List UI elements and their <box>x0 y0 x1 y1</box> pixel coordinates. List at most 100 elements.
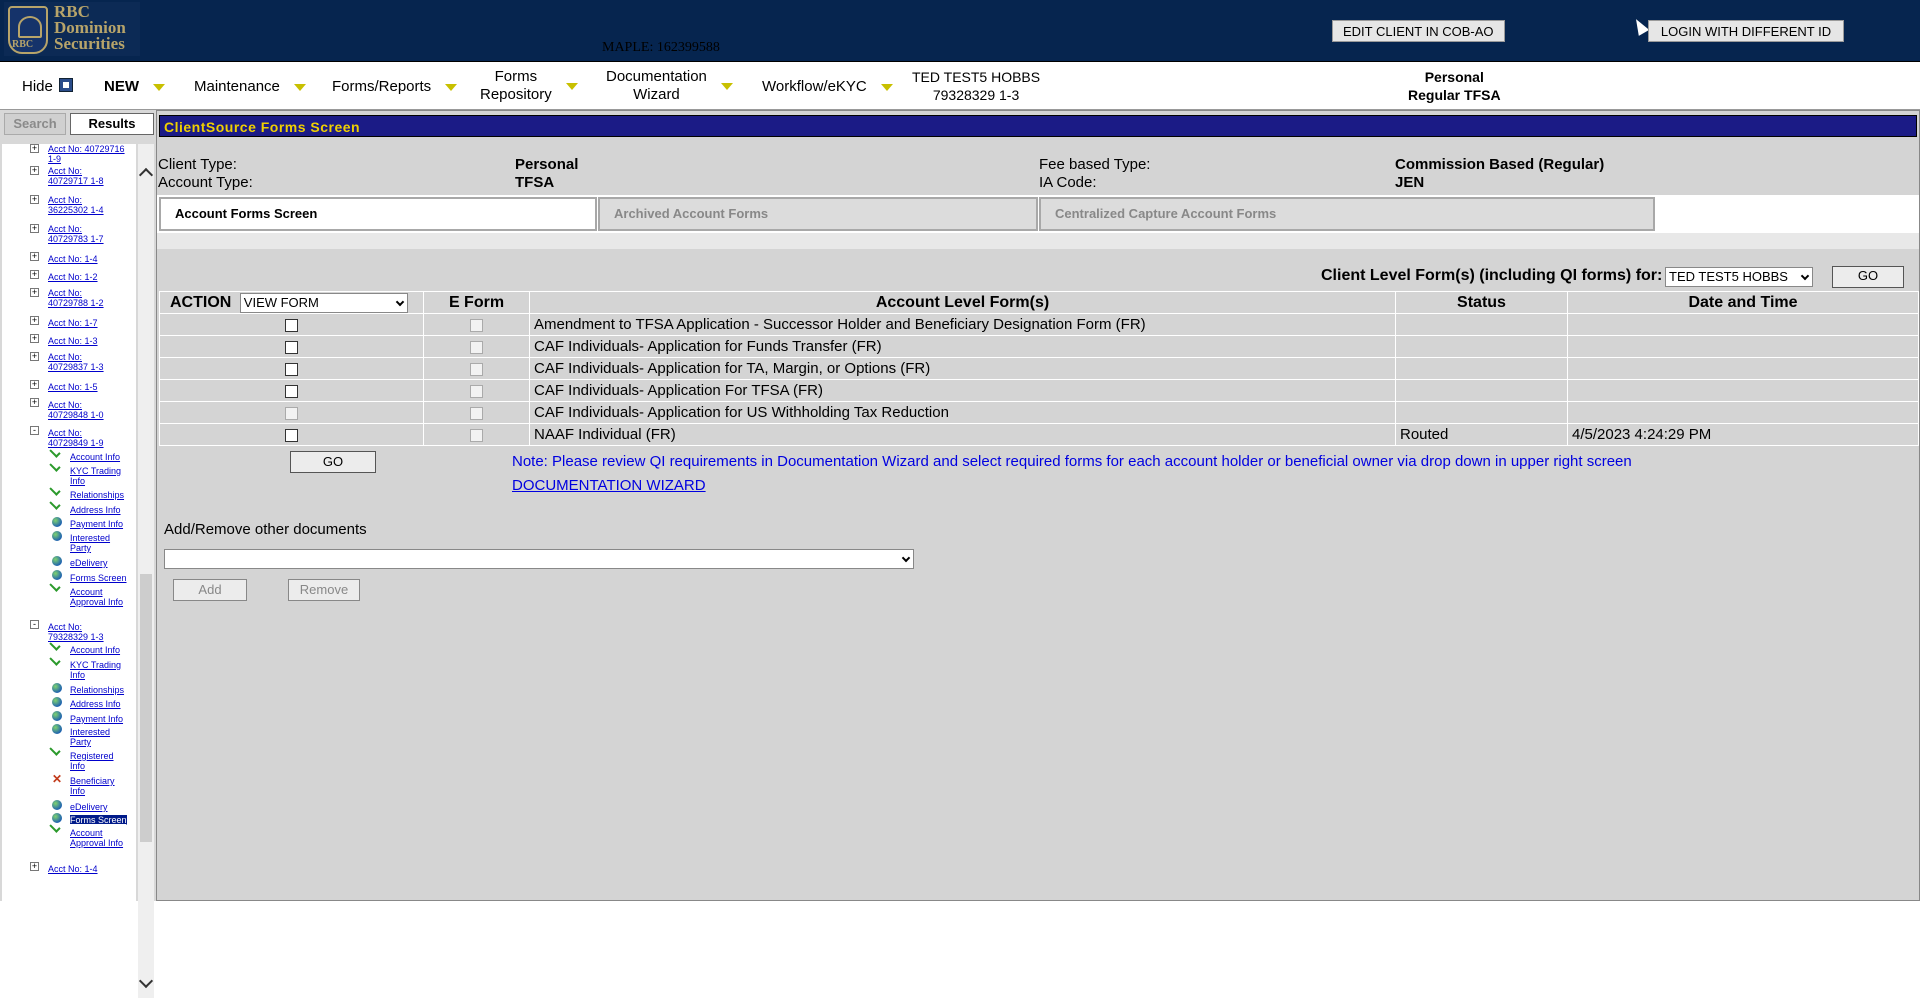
tree-node-account[interactable]: Acct No: 40729788 1-2 <box>48 288 104 308</box>
tab-results[interactable]: Results <box>70 113 154 135</box>
menu-new[interactable]: NEW <box>104 78 165 96</box>
menu-workflow-ekyc[interactable]: Workflow/eKYC <box>762 78 893 96</box>
tree-leaf[interactable]: Payment Info <box>70 714 123 724</box>
expand-icon[interactable]: + <box>30 334 39 343</box>
scroll-up-icon[interactable] <box>138 167 154 183</box>
tree-leaf[interactable]: Interested Party <box>70 727 110 747</box>
check-icon <box>49 498 61 510</box>
expand-icon[interactable]: + <box>30 398 39 407</box>
client-level-label: Client Level Form(s) (including QI forms… <box>1321 267 1663 284</box>
expand-icon[interactable]: + <box>30 316 39 325</box>
page-title: ClientSource Forms Screen <box>164 119 361 135</box>
eform-checkbox <box>470 406 483 420</box>
login-different-id-button[interactable]: LOGIN WITH DIFFERENT ID <box>1648 20 1844 42</box>
tree-node-account[interactable]: Acct No: 40729716 1-9 <box>48 144 128 164</box>
menu-forms-repository[interactable]: Forms Repository <box>480 68 578 104</box>
tree-leaf[interactable]: Relationships <box>70 490 124 500</box>
tree-leaf-selected[interactable]: Forms Screen <box>70 815 127 825</box>
tree-node-account[interactable]: Acct No: 1-2 <box>48 272 98 282</box>
expand-icon[interactable]: + <box>30 288 39 297</box>
tree-leaf[interactable]: Interested Party <box>70 533 110 553</box>
tab-search[interactable]: Search <box>4 113 66 135</box>
tree-leaf[interactable]: Account Info <box>70 645 120 655</box>
action-select[interactable]: VIEW FORM <box>239 292 408 313</box>
tree-node-account[interactable]: Acct No: 40729849 1-9 <box>48 428 104 448</box>
select-checkbox[interactable] <box>285 384 298 398</box>
tree-scrollbar[interactable] <box>138 144 154 998</box>
tree-node-account[interactable]: Acct No: 36225302 1-4 <box>48 195 104 215</box>
menu-forms-reports[interactable]: Forms/Reports <box>332 78 458 96</box>
go-button[interactable]: GO <box>290 451 376 473</box>
expand-icon[interactable]: + <box>30 380 39 389</box>
tree-leaf[interactable]: Account Approval Info <box>70 587 123 607</box>
form-name: CAF Individuals- Application for TA, Mar… <box>529 357 1396 380</box>
hide-button[interactable]: Hide <box>22 78 73 96</box>
check-icon <box>49 484 61 496</box>
tree-node-account[interactable]: Acct No: 40729848 1-0 <box>48 400 104 420</box>
expand-icon[interactable]: + <box>30 166 39 175</box>
form-status <box>1395 357 1568 380</box>
tab-account-forms[interactable]: Account Forms Screen <box>159 197 597 231</box>
tree-leaf[interactable]: KYC Trading Info <box>70 466 121 486</box>
client-level-go-button[interactable]: GO <box>1832 266 1904 288</box>
tree-leaf[interactable]: KYC Trading Info <box>70 660 121 680</box>
client-level-select[interactable]: TED TEST5 HOBBS <box>1665 267 1813 287</box>
globe-icon <box>52 683 62 693</box>
expand-icon[interactable]: + <box>30 252 39 261</box>
tree-node-account[interactable]: Acct No: 40729837 1-3 <box>48 352 104 372</box>
add-button[interactable]: Add <box>173 579 247 601</box>
collapse-icon[interactable]: - <box>30 620 39 629</box>
expand-icon[interactable]: + <box>30 195 39 204</box>
expand-icon[interactable]: + <box>30 862 39 871</box>
other-documents-select[interactable] <box>164 549 914 569</box>
expand-icon[interactable]: + <box>30 352 39 361</box>
select-checkbox[interactable] <box>285 318 298 332</box>
left-panel: Search Results + Acct No: 40729716 1-9 +… <box>0 110 156 998</box>
tree-leaf[interactable]: Beneficiary Info <box>70 776 115 796</box>
tab-archived-forms[interactable]: Archived Account Forms <box>598 197 1038 231</box>
tree-leaf[interactable]: Relationships <box>70 685 124 695</box>
form-name: CAF Individuals- Application for Funds T… <box>529 335 1396 358</box>
table-row: Amendment to TFSA Application - Successo… <box>159 313 1919 336</box>
form-date <box>1567 335 1919 358</box>
documentation-wizard-link[interactable]: DOCUMENTATION WIZARD <box>512 477 706 494</box>
client-type-value: Personal <box>515 156 579 173</box>
select-checkbox[interactable] <box>285 362 298 376</box>
tree-leaf[interactable]: eDelivery <box>70 802 108 812</box>
tree-leaf[interactable]: Address Info <box>70 699 121 709</box>
scroll-down-icon[interactable] <box>138 973 154 989</box>
tree-node-account[interactable]: Acct No: 1-5 <box>48 382 98 392</box>
check-icon <box>49 654 61 666</box>
tree-node-account[interactable]: Acct No: 1-4 <box>48 864 98 874</box>
tab-centralized-capture[interactable]: Centralized Capture Account Forms <box>1039 197 1655 231</box>
tree-leaf[interactable]: Payment Info <box>70 519 123 529</box>
screen-title-bar: ClientSource Forms Screen <box>159 115 1917 137</box>
select-checkbox[interactable] <box>285 428 298 442</box>
tree-leaf[interactable]: eDelivery <box>70 558 108 568</box>
tree-node-account[interactable]: Acct No: 1-4 <box>48 254 98 264</box>
tree-leaf[interactable]: Address Info <box>70 505 121 515</box>
maple-id: MAPLE: 162399588 <box>602 40 720 55</box>
tree-node-account[interactable]: Acct No: 1-3 <box>48 336 98 346</box>
eform-checkbox <box>470 428 483 442</box>
tree-node-account[interactable]: Acct No: 40729717 1-8 <box>48 166 104 186</box>
tree-leaf[interactable]: Forms Screen <box>70 573 127 583</box>
tree-node-account[interactable]: Acct No: 79328329 1-3 <box>48 622 104 642</box>
scroll-thumb[interactable] <box>140 574 152 842</box>
remove-button[interactable]: Remove <box>288 579 360 601</box>
menu-documentation-wizard[interactable]: Documentation Wizard <box>606 68 733 104</box>
edit-client-button[interactable]: EDIT CLIENT IN COB-AO <box>1332 20 1505 42</box>
chevron-down-icon <box>1800 271 1810 281</box>
collapse-icon[interactable]: - <box>30 426 39 435</box>
tree-node-account[interactable]: Acct No: 1-7 <box>48 318 98 328</box>
expand-icon[interactable]: + <box>30 270 39 279</box>
tree-node-account[interactable]: Acct No: 40729783 1-7 <box>48 224 104 244</box>
hide-panel-icon <box>58 78 73 92</box>
menu-maintenance[interactable]: Maintenance <box>194 78 306 96</box>
tree-leaf[interactable]: Account Info <box>70 452 120 462</box>
expand-icon[interactable]: + <box>30 144 39 153</box>
tree-leaf[interactable]: Registered Info <box>70 751 114 771</box>
select-checkbox[interactable] <box>285 340 298 354</box>
expand-icon[interactable]: + <box>30 224 39 233</box>
tree-leaf[interactable]: Account Approval Info <box>70 828 123 848</box>
